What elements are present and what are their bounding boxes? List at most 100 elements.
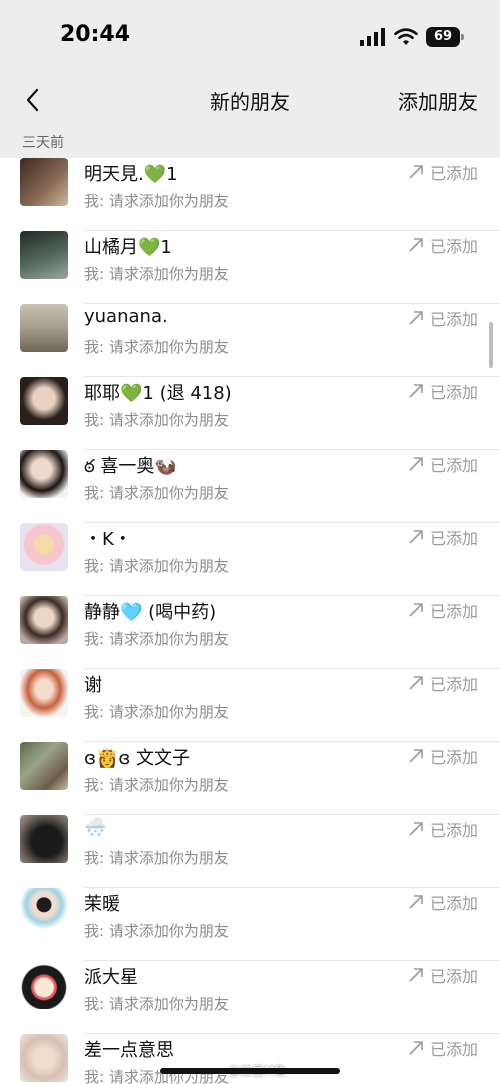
status-label: 已添加 [429,602,478,621]
list-item[interactable]: 派大星 我: 请求添加你为朋友 已添加 [0,961,500,1034]
avatar[interactable] [20,158,68,206]
added-status: 已添加 [408,817,478,841]
contact-name: ఠ 喜一奥🦦 [84,456,177,477]
contact-name: 静静🩵 (喝中药) [84,602,217,623]
added-status: 已添加 [408,744,478,768]
added-status: 已添加 [408,671,478,695]
avatar[interactable] [20,523,68,571]
status-label: 已添加 [429,529,478,548]
request-message: 我: 请求添加你为朋友 [84,630,229,648]
cellular-signal-icon [360,28,385,46]
added-status: 已添加 [408,233,478,257]
scrollbar[interactable] [489,322,493,368]
arrow-up-right-icon [409,676,423,690]
section-label: 三天前 [22,135,64,151]
arrow-up-right-icon [409,311,423,325]
added-status: 已添加 [408,890,478,914]
status-label: 已添加 [429,456,478,475]
status-label: 已添加 [429,1040,478,1059]
list-item[interactable]: 明天見.💚1 我: 请求添加你为朋友 已添加 [0,158,500,231]
battery-icon: 69 [426,27,464,47]
home-indicator[interactable] [160,1068,340,1074]
list-item[interactable]: 🌨️ 我: 请求添加你为朋友 已添加 [0,815,500,888]
added-status: 已添加 [408,1036,478,1060]
contact-name: 派大星 [84,967,138,988]
added-status: 已添加 [408,452,478,476]
contact-name: yuanana. [84,306,168,327]
list-item[interactable]: 谢 我: 请求添加你为朋友 已添加 [0,669,500,742]
request-message: 我: 请求添加你为朋友 [84,411,229,429]
arrow-up-right-icon [409,530,423,544]
arrow-up-right-icon [409,603,423,617]
friend-request-list[interactable]: 明天見.💚1 我: 请求添加你为朋友 已添加 山橘月💚1 我: 请求添加你为朋友… [0,158,500,1084]
arrow-up-right-icon [409,895,423,909]
list-item[interactable]: ɞ👸ɞ 文文子 我: 请求添加你为朋友 已添加 [0,742,500,815]
added-status: 已添加 [408,598,478,622]
contact-name: 山橘月💚1 [84,237,172,258]
status-icons: 69 [360,26,464,48]
status-label: 已添加 [429,383,478,402]
avatar[interactable] [20,231,68,279]
avatar[interactable] [20,450,68,498]
wifi-icon [394,28,418,45]
list-item[interactable]: 茉暖 我: 请求添加你为朋友 已添加 [0,888,500,961]
status-time: 20:44 [60,22,131,47]
avatar[interactable] [20,669,68,717]
contact-name: 差一点意思 [84,1040,174,1061]
contact-name: 🌨️ [84,817,107,838]
status-label: 已添加 [429,748,478,767]
list-item[interactable]: 山橘月💚1 我: 请求添加你为朋友 已添加 [0,231,500,304]
list-item[interactable]: ఠ 喜一奥🦦 我: 请求添加你为朋友 已添加 [0,450,500,523]
status-label: 已添加 [429,967,478,986]
status-label: 已添加 [429,310,478,329]
request-message: 我: 请求添加你为朋友 [84,849,229,867]
avatar[interactable] [20,1034,68,1082]
contact-name: 茉暖 [84,894,120,915]
contact-name: ・K・ [84,529,132,550]
arrow-up-right-icon [409,749,423,763]
status-label: 已添加 [429,894,478,913]
added-status: 已添加 [408,379,478,403]
arrow-up-right-icon [409,384,423,398]
request-message: 我: 请求添加你为朋友 [84,557,229,575]
status-label: 已添加 [429,164,478,183]
added-status: 已添加 [408,963,478,987]
request-message: 我: 请求添加你为朋友 [84,995,229,1013]
list-item[interactable]: 静静🩵 (喝中药) 我: 请求添加你为朋友 已添加 [0,596,500,669]
avatar[interactable] [20,888,68,936]
list-item[interactable]: yuanana. 我: 请求添加你为朋友 已添加 [0,304,500,377]
arrow-up-right-icon [409,968,423,982]
nav-bar: 新的朋友 添加朋友 [0,76,500,124]
avatar[interactable] [20,596,68,644]
back-button[interactable] [14,82,50,118]
request-message: 我: 请求添加你为朋友 [84,192,229,210]
contact-name: 明天見.💚1 [84,164,178,185]
request-message: 我: 请求添加你为朋友 [84,484,229,502]
section-header: 三天前 [0,124,500,158]
avatar[interactable] [20,961,68,1009]
avatar[interactable] [20,377,68,425]
request-message: 我: 请求添加你为朋友 [84,776,229,794]
add-friend-button[interactable]: 添加朋友 [398,86,478,115]
status-label: 已添加 [429,675,478,694]
chevron-left-icon [26,88,39,112]
arrow-up-right-icon [409,822,423,836]
request-message: 我: 请求添加你为朋友 [84,265,229,283]
added-status: 已添加 [408,160,478,184]
added-status: 已添加 [408,525,478,549]
contact-name: 谢 [84,675,102,696]
avatar[interactable] [20,742,68,790]
arrow-up-right-icon [409,238,423,252]
arrow-up-right-icon [409,457,423,471]
request-message: 我: 请求添加你为朋友 [84,338,229,356]
avatar[interactable] [20,815,68,863]
arrow-up-right-icon [409,1041,423,1055]
arrow-up-right-icon [409,165,423,179]
avatar[interactable] [20,304,68,352]
list-item[interactable]: 耶耶💚1 (退 418) 我: 请求添加你为朋友 已添加 [0,377,500,450]
status-label: 已添加 [429,237,478,256]
contact-name: 耶耶💚1 (退 418) [84,383,232,404]
list-item[interactable]: ・K・ 我: 请求添加你为朋友 已添加 [0,523,500,596]
status-bar: 20:44 69 [0,0,500,76]
added-status: 已添加 [408,306,478,330]
